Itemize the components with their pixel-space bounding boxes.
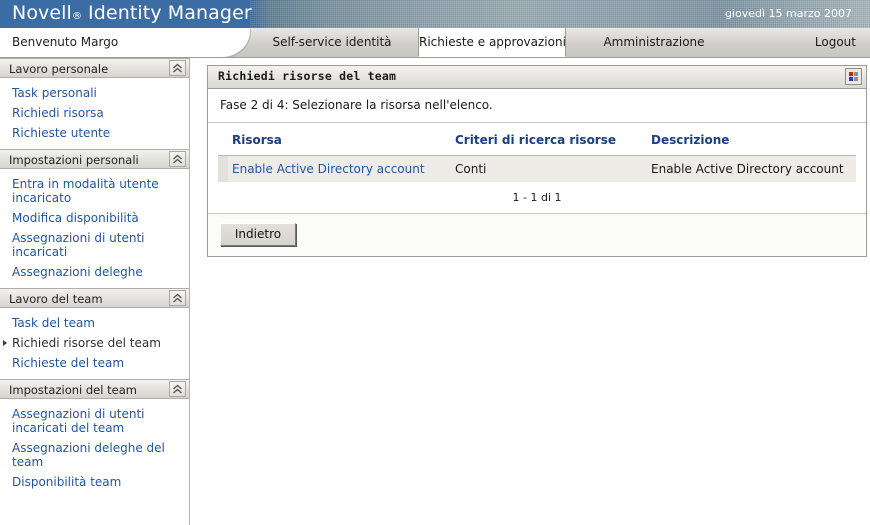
sidebar-section-items-lavoro-del-team: Task del team Richiedi risorse del team …	[0, 308, 189, 379]
resource-table-body: Enable Active Directory account Conti En…	[218, 155, 856, 183]
cell-descrizione: Enable Active Directory account	[647, 155, 856, 183]
request-team-resources-panel: Richiedi risorse del team Fase 2 di 4: S…	[207, 65, 867, 257]
welcome-message: Benvenuto Margo	[12, 35, 119, 49]
resource-table-container: Risorsa Criteri di ricerca risorse Descr…	[208, 123, 866, 213]
sidebar-item-richieste-utente[interactable]: Richieste utente	[0, 123, 189, 143]
gutter-header	[218, 123, 228, 156]
row-gutter	[218, 155, 228, 183]
sidebar-item-richieste-del-team[interactable]: Richieste del team	[0, 353, 189, 373]
navigation-bar: Benvenuto Margo Self-service identità Ri…	[0, 28, 870, 58]
tab-requests-and-approvals[interactable]: Richieste e approvazioni	[418, 28, 566, 57]
sidebar-section-header-impostazioni-personali: Impostazioni personali	[0, 149, 189, 169]
color-legend-icon	[849, 72, 858, 81]
column-header-risorsa[interactable]: Risorsa	[228, 123, 451, 156]
sidebar-item-assegnazioni-utenti-incaricati-del-team[interactable]: Assegnazioni di utenti incaricati del te…	[0, 404, 189, 438]
tab-administration[interactable]: Amministrazione	[574, 28, 734, 57]
selected-marker-icon	[3, 340, 7, 346]
column-header-criteri[interactable]: Criteri di ricerca risorse	[451, 123, 647, 156]
sidebar-item-richiedi-risorse-del-team[interactable]: Richiedi risorse del team	[0, 333, 189, 353]
resource-link-enable-active-directory-account[interactable]: Enable Active Directory account	[232, 162, 425, 176]
collapse-button-lavoro-del-team[interactable]	[169, 290, 186, 306]
sidebar-item-entra-modalita-utente-incaricato[interactable]: Entra in modalità utente incaricato	[0, 174, 189, 208]
cell-risorsa: Enable Active Directory account	[228, 155, 451, 183]
page-body: Lavoro personale Task personali Richiedi…	[0, 58, 870, 525]
logout-link[interactable]: Logout	[815, 28, 856, 57]
panel-header: Richiedi risorse del team	[208, 66, 866, 89]
sidebar-item-modifica-disponibilita[interactable]: Modifica disponibilità	[0, 208, 189, 228]
application-window: Novell® Identity Manager giovedì 15 marzo…	[0, 0, 870, 525]
chevron-double-up-icon	[173, 154, 182, 164]
sidebar-item-assegnazioni-deleghe-del-team[interactable]: Assegnazioni deleghe del team	[0, 438, 189, 472]
color-legend-button[interactable]	[845, 68, 862, 85]
sidebar-item-assegnazioni-deleghe[interactable]: Assegnazioni deleghe	[0, 262, 189, 282]
sidebar: Lavoro personale Task personali Richiedi…	[0, 58, 190, 525]
table-header-row: Risorsa Criteri di ricerca risorse Descr…	[218, 123, 856, 156]
sidebar-item-task-del-team[interactable]: Task del team	[0, 313, 189, 333]
cell-criteri: Conti	[451, 155, 647, 183]
sidebar-section-title: Impostazioni personali	[9, 153, 139, 167]
column-header-descrizione[interactable]: Descrizione	[647, 123, 856, 156]
tab-self-service-identity[interactable]: Self-service identità	[252, 28, 412, 57]
brand-name: Novell	[12, 2, 72, 24]
chevron-double-up-icon	[173, 384, 182, 394]
sidebar-section-items-lavoro-personale: Task personali Richiedi risorsa Richiest…	[0, 78, 189, 149]
table-row[interactable]: Enable Active Directory account Conti En…	[218, 155, 856, 183]
chevron-double-up-icon	[173, 293, 182, 303]
sidebar-item-disponibilita-team[interactable]: Disponibilità team	[0, 472, 189, 492]
sidebar-section-header-impostazioni-del-team: Impostazioni del team	[0, 379, 189, 399]
sidebar-section-title: Lavoro del team	[9, 292, 103, 306]
main-content: Richiedi risorse del team Fase 2 di 4: S…	[190, 58, 870, 525]
product-name: Identity Manager	[88, 2, 252, 24]
pagination-summary: 1 - 1 di 1	[512, 191, 562, 204]
resource-table-head: Risorsa Criteri di ricerca risorse Descr…	[218, 123, 856, 156]
panel-title: Richiedi risorse del team	[218, 69, 397, 83]
collapse-button-impostazioni-personali[interactable]	[169, 151, 186, 167]
panel-footer: Indietro	[208, 213, 866, 256]
sidebar-section-items-impostazioni-personali: Entra in modalità utente incaricato Modi…	[0, 169, 189, 288]
sidebar-section-title: Lavoro personale	[9, 62, 109, 76]
current-date: giovedì 15 marzo 2007	[724, 7, 852, 20]
back-button[interactable]: Indietro	[220, 223, 296, 246]
brand-header: Novell® Identity Manager giovedì 15 marzo…	[0, 0, 870, 28]
wizard-step-description: Fase 2 di 4: Selezionare la risorsa nell…	[208, 89, 866, 123]
sidebar-item-task-personali[interactable]: Task personali	[0, 83, 189, 103]
sidebar-section-header-lavoro-personale: Lavoro personale	[0, 58, 189, 78]
sidebar-item-assegnazioni-utenti-incaricati[interactable]: Assegnazioni di utenti incaricati	[0, 228, 189, 262]
product-title: Novell® Identity Manager	[12, 2, 252, 24]
chevron-double-up-icon	[173, 63, 182, 73]
registered-trademark-icon: ®	[71, 11, 83, 22]
collapse-button-lavoro-personale[interactable]	[169, 60, 186, 76]
sidebar-section-title: Impostazioni del team	[9, 383, 137, 397]
resource-table: Risorsa Criteri di ricerca risorse Descr…	[218, 123, 856, 183]
collapse-button-impostazioni-del-team[interactable]	[169, 381, 186, 397]
sidebar-item-label: Richiedi risorse del team	[12, 336, 161, 350]
sidebar-item-richiedi-risorsa[interactable]: Richiedi risorsa	[0, 103, 189, 123]
sidebar-section-items-impostazioni-del-team: Assegnazioni di utenti incaricati del te…	[0, 399, 189, 498]
sidebar-section-header-lavoro-del-team: Lavoro del team	[0, 288, 189, 308]
